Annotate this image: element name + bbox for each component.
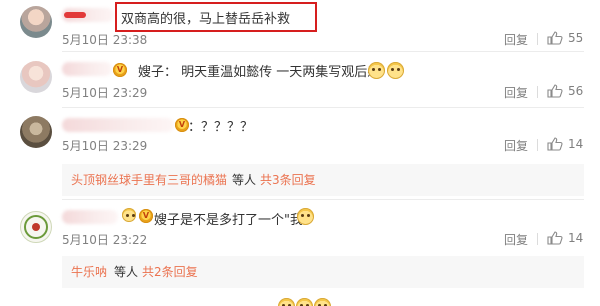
reply-button[interactable]: 回复 (504, 31, 528, 48)
smiley-emoji-icon (368, 62, 385, 79)
subreply-summary[interactable]: 牛乐呐 等人 共2条回复 (62, 256, 584, 288)
like-count: 55 (568, 31, 584, 45)
vip-badge-icon: V (139, 209, 153, 223)
subreply-username[interactable]: 头顶钢丝球手里有三哥的橘猫 (71, 164, 227, 196)
avatar[interactable] (20, 61, 52, 93)
avatar[interactable] (20, 116, 52, 148)
username-blurred[interactable] (62, 210, 118, 224)
subreply-connector: 等人 (232, 173, 257, 187)
vip-badge-icon: V (175, 118, 189, 132)
reply-button[interactable]: 回复 (504, 137, 528, 154)
subreply-username[interactable]: 牛乐呐 (71, 256, 107, 288)
thumbs-up-icon[interactable] (547, 84, 563, 98)
comment-text: 嫂子： 明天重温如懿传 一天两集写观后感 (138, 65, 381, 80)
separator (537, 139, 538, 151)
comment-1: 双商高的很，马上替岳岳补救 5月10日 23:38 回复 55 (0, 0, 600, 52)
like-count: 14 (568, 137, 584, 151)
username-blurred[interactable] (62, 118, 174, 132)
smiley-emoji-icon (387, 62, 404, 79)
comment-date: 5月10日 23:29 (62, 139, 148, 153)
subreply-count-link[interactable]: 共3条回复 (260, 164, 316, 196)
subreply-summary[interactable]: 头顶钢丝球手里有三哥的橘猫 等人 共3条回复 (62, 164, 584, 196)
reply-button[interactable]: 回复 (504, 231, 528, 248)
avatar[interactable] (20, 211, 52, 243)
comment-date: 5月10日 23:38 (62, 33, 148, 47)
thumbs-up-icon[interactable] (547, 231, 563, 245)
comment-text: ：？？？？ (188, 120, 254, 135)
smiley-emoji-icon (278, 298, 295, 306)
separator (537, 86, 538, 98)
username-mark (64, 12, 86, 18)
comment-2: V 嫂子： 明天重温如懿传 一天两集写观后感 5月10日 23:29 回复 56 (0, 52, 600, 108)
reply-button[interactable]: 回复 (504, 84, 528, 101)
avatar-logo-center (32, 223, 40, 231)
smiley-emoji-icon (297, 208, 314, 225)
separator (537, 33, 538, 45)
avatar[interactable] (20, 6, 52, 38)
thumbs-up-icon[interactable] (547, 31, 563, 45)
comment-3: V ：？？？？ 5月10日 23:29 回复 14 头顶钢丝球手里有三哥的橘猫 … (0, 108, 600, 200)
smiley-emoji-icon (314, 298, 331, 306)
next-comment-partial (62, 296, 482, 306)
comment-date: 5月10日 23:22 (62, 233, 148, 247)
comment-date: 5月10日 23:29 (62, 86, 148, 100)
smiley-emoji-icon (296, 298, 313, 306)
highlight-box (115, 2, 317, 32)
like-count: 14 (568, 231, 584, 245)
smiley-emoji-icon (122, 208, 136, 222)
separator (537, 233, 538, 245)
like-count: 56 (568, 84, 584, 98)
subreply-connector: 等人 (114, 265, 139, 279)
subreply-count-link[interactable]: 共2条回复 (142, 256, 198, 288)
comment-4: V 嫂子是不是多打了一个"我" 5月10日 23:22 回复 14 牛乐呐 等人… (0, 200, 600, 296)
username-blurred[interactable] (62, 62, 112, 76)
thumbs-up-icon[interactable] (547, 137, 563, 151)
comment-text: 嫂子是不是多打了一个"我" (154, 213, 309, 228)
vip-badge-icon: V (113, 63, 127, 77)
